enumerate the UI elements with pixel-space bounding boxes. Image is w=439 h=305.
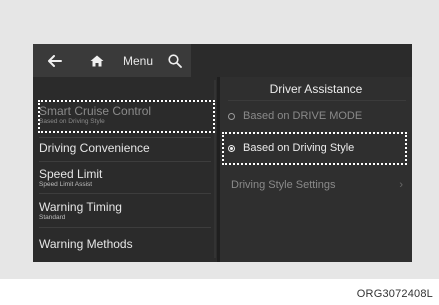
- search-icon: [168, 53, 182, 68]
- divider: [39, 137, 211, 138]
- radio-button[interactable]: [228, 112, 235, 120]
- top-bar-background: [191, 44, 412, 77]
- panel-title: Driver Assistance: [269, 81, 363, 96]
- menu-item-title: Warning Timing: [39, 200, 122, 214]
- settings-label: Driving Style Settings: [231, 179, 336, 191]
- head-unit-screen: Menu Smart Cruise Control Based on Drivi…: [33, 44, 412, 262]
- menu-item-speed-limit[interactable]: Speed Limit Speed Limit Assist: [39, 167, 211, 189]
- divider: [228, 100, 406, 101]
- selection-highlight: [222, 132, 407, 165]
- menu-button-label: Menu: [122, 53, 154, 68]
- back-arrow-icon: [48, 54, 62, 67]
- menu-item-title: Warning Methods: [39, 237, 133, 251]
- menu-item-title: Speed Limit: [39, 167, 103, 181]
- divider: [39, 227, 211, 228]
- menu-item-warning-methods[interactable]: Warning Methods: [39, 237, 211, 251]
- home-button[interactable]: [77, 44, 117, 77]
- search-button[interactable]: [159, 44, 191, 77]
- divider: [39, 193, 211, 194]
- selection-highlight: [38, 100, 215, 133]
- figure-code: ORG3072408L: [356, 288, 433, 300]
- home-icon: [90, 55, 104, 66]
- menu-button[interactable]: Menu: [117, 44, 159, 77]
- option-based-on-drive-mode[interactable]: Based on DRIVE MODE: [228, 105, 408, 127]
- chevron-right-icon: ›: [399, 179, 403, 191]
- back-button[interactable]: [33, 44, 77, 77]
- menu-item-subtitle: Speed Limit Assist: [39, 181, 93, 188]
- menu-item-subtitle: Standard: [39, 214, 66, 221]
- option-label: Based on DRIVE MODE: [243, 110, 363, 122]
- menu-item-title: Driving Convenience: [39, 141, 150, 155]
- menu-item-warning-timing[interactable]: Warning Timing Standard: [39, 200, 211, 222]
- divider: [39, 161, 211, 162]
- driving-style-settings-row[interactable]: Driving Style Settings ›: [231, 175, 403, 195]
- menu-item-driving-convenience[interactable]: Driving Convenience: [39, 141, 211, 155]
